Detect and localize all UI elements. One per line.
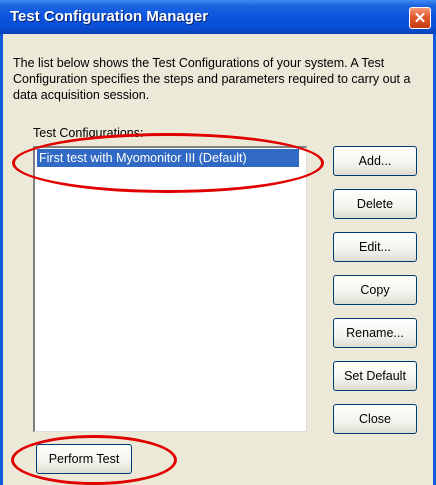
rename-button[interactable]: Rename...	[333, 318, 417, 348]
set-default-button[interactable]: Set Default	[333, 361, 417, 391]
description-text: The list below shows the Test Configurat…	[13, 56, 411, 102]
copy-button[interactable]: Copy	[333, 275, 417, 305]
close-button[interactable]: Close	[333, 404, 417, 434]
window-title: Test Configuration Manager	[10, 8, 209, 25]
delete-button[interactable]: Delete	[333, 189, 417, 219]
list-label: Test Configurations:	[33, 126, 144, 140]
add-button[interactable]: Add...	[333, 146, 417, 176]
test-configurations-list[interactable]: First test with Myomonitor III (Default)	[33, 146, 307, 432]
edit-button[interactable]: Edit...	[333, 232, 417, 262]
dialog-window: Test Configuration Manager ✕ The list be…	[0, 0, 436, 485]
title-bar[interactable]: Test Configuration Manager ✕	[0, 0, 436, 34]
close-icon[interactable]: ✕	[409, 7, 431, 29]
perform-test-button[interactable]: Perform Test	[36, 444, 132, 474]
list-item[interactable]: First test with Myomonitor III (Default)	[37, 149, 299, 167]
